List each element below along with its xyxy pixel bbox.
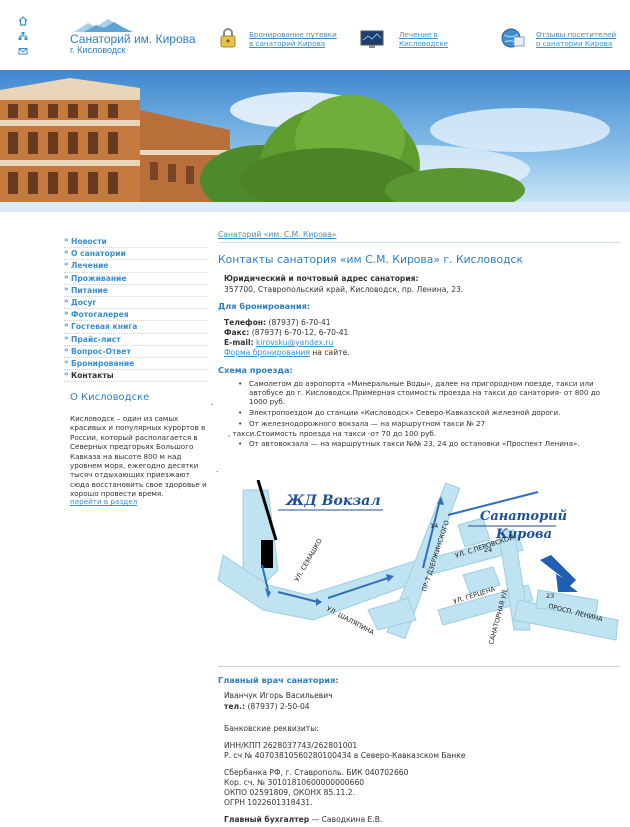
route-dot: . — [211, 398, 214, 407]
menu-item-faq[interactable]: Вопрос-Ответ — [64, 345, 208, 358]
route-item: От железнодорожного вокзала — на маршрут… — [238, 419, 619, 428]
route-map: ЖД Вокзал Санаторий Кирова УЛ. СЕМАШКО У… — [218, 480, 622, 650]
mail-icon[interactable] — [18, 46, 28, 56]
page-title: Контакты санатория «им С.М. Кирова» г. К… — [218, 253, 523, 266]
section-divider — [218, 666, 620, 667]
doctor-name: Иванчук Игорь Васильевич — [224, 691, 333, 700]
menu-item-about[interactable]: О санатории — [64, 247, 208, 261]
breadcrumb-divider — [218, 242, 620, 243]
menu-item-accommodation[interactable]: Проживание — [64, 272, 208, 285]
menu-item-prices[interactable]: Прайс-лист — [64, 332, 208, 346]
route-item: Электропоездом до станции «Кисловодск» С… — [238, 408, 619, 417]
booking-heading: Для бронирования: — [218, 301, 311, 311]
map-sanatorium-label-1: Санаторий — [480, 509, 567, 524]
form-line: Форма бронирования на сайте. — [224, 348, 350, 357]
home-icon[interactable] — [18, 16, 28, 26]
kislovodsk-text: Кисловодск – один из самых красивых и по… — [70, 414, 207, 499]
bank-line: ОКПО 02591809, ОКОНХ 85.11.2. — [224, 788, 356, 797]
accountant-line: Главный бухгалтер — Саводкина Е.В. — [224, 815, 383, 824]
sitemap-icon[interactable] — [18, 31, 28, 41]
booking-form-link[interactable]: Форма бронирования — [224, 348, 310, 357]
menu-item-gallery[interactable]: Фотогалерея — [64, 308, 208, 322]
route-item: От автовокзала — на маршрутных такси №№ … — [238, 439, 619, 448]
bank-line: ИНН/КПП 2628037743/262801001 — [224, 741, 358, 750]
bank-line: Сбербанка РФ, г. Ставрополь. БИК 0407026… — [224, 768, 409, 777]
route-item: Самолетом до аэропорта «Минеральные Воды… — [238, 379, 619, 406]
menu-item-leisure[interactable]: Досуг — [64, 296, 208, 310]
lock-icon — [220, 28, 236, 48]
kislovodsk-more-link[interactable]: перейти в раздел — [70, 497, 137, 506]
map-number-label: 14 — [430, 522, 438, 530]
phone-line: Телефон: (87937) 6-70-41 — [224, 318, 331, 327]
route-taxi-line: , такси.Стоимость проезда на такси -от 7… — [228, 429, 437, 438]
route-heading: Схема проезда: — [218, 365, 293, 375]
menu-item-food[interactable]: Питание — [64, 284, 208, 297]
doctor-phone: тел.: (87937) 2-50-04 — [224, 702, 310, 711]
doctor-heading: Главный врач санатория: — [218, 675, 339, 685]
menu-item-booking[interactable]: Бронирование — [64, 357, 208, 371]
header-link-reviews[interactable]: Отзывы посетителей о санатории Кирова — [536, 30, 616, 48]
header-link-booking[interactable]: Бронирование путевки в санаторий Кирова — [249, 30, 337, 48]
logo-title: Санаторий им. Кирова — [70, 32, 196, 46]
bank-line: Кор. сч. № 30101810600000000660 — [224, 778, 365, 787]
menu-item-contacts[interactable]: Контакты — [64, 369, 208, 383]
kislovodsk-title: О Кисловодске — [70, 392, 150, 403]
map-number-label: 24 — [484, 546, 492, 554]
email-link[interactable]: kirovsku@yandex.ru — [256, 338, 333, 347]
globe-icon — [501, 28, 525, 48]
header-link-treatment[interactable]: Лечение в Кисловодске — [399, 30, 448, 48]
menu-item-guestbook[interactable]: Гостевая книга — [64, 320, 208, 334]
menu-item-treatment[interactable]: Лечение — [64, 259, 208, 273]
logo-subtitle: г. Кисловодск — [70, 45, 126, 55]
top-icons — [18, 16, 28, 61]
banner-photo — [0, 70, 630, 212]
header: Санаторий им. Кирова г. Кисловодск Брони… — [0, 0, 630, 70]
bank-line: ОГРН 1022601318431. — [224, 798, 313, 807]
route-dot: . — [216, 465, 219, 474]
bank-heading: Банковские реквизиты: — [224, 724, 319, 733]
monitor-icon — [360, 30, 384, 48]
address-text: 357700, Ставропольский край, Кисловодск,… — [224, 285, 464, 294]
breadcrumb[interactable]: Санаторий «им. С.М. Кирова» — [218, 230, 337, 239]
fax-line: Факс: (87937) 6-70-12, 6-70-41 — [224, 328, 349, 337]
address-label: Юридический и почтовый адрес санатория: — [224, 274, 419, 283]
email-line: E-mail: kirovsku@yandex.ru — [224, 338, 334, 347]
left-menu: Новости О санатории Лечение Проживание П… — [64, 235, 208, 383]
map-station-label: ЖД Вокзал — [285, 493, 381, 509]
menu-item-news[interactable]: Новости — [64, 235, 208, 249]
mountain-logo-icon — [74, 19, 134, 32]
map-number-label: 23 — [546, 592, 554, 600]
bank-line: Р. сч № 40703810560280100434 в Северо-Ка… — [224, 751, 466, 760]
logo[interactable]: Санаторий им. Кирова г. Кисловодск — [68, 18, 198, 55]
